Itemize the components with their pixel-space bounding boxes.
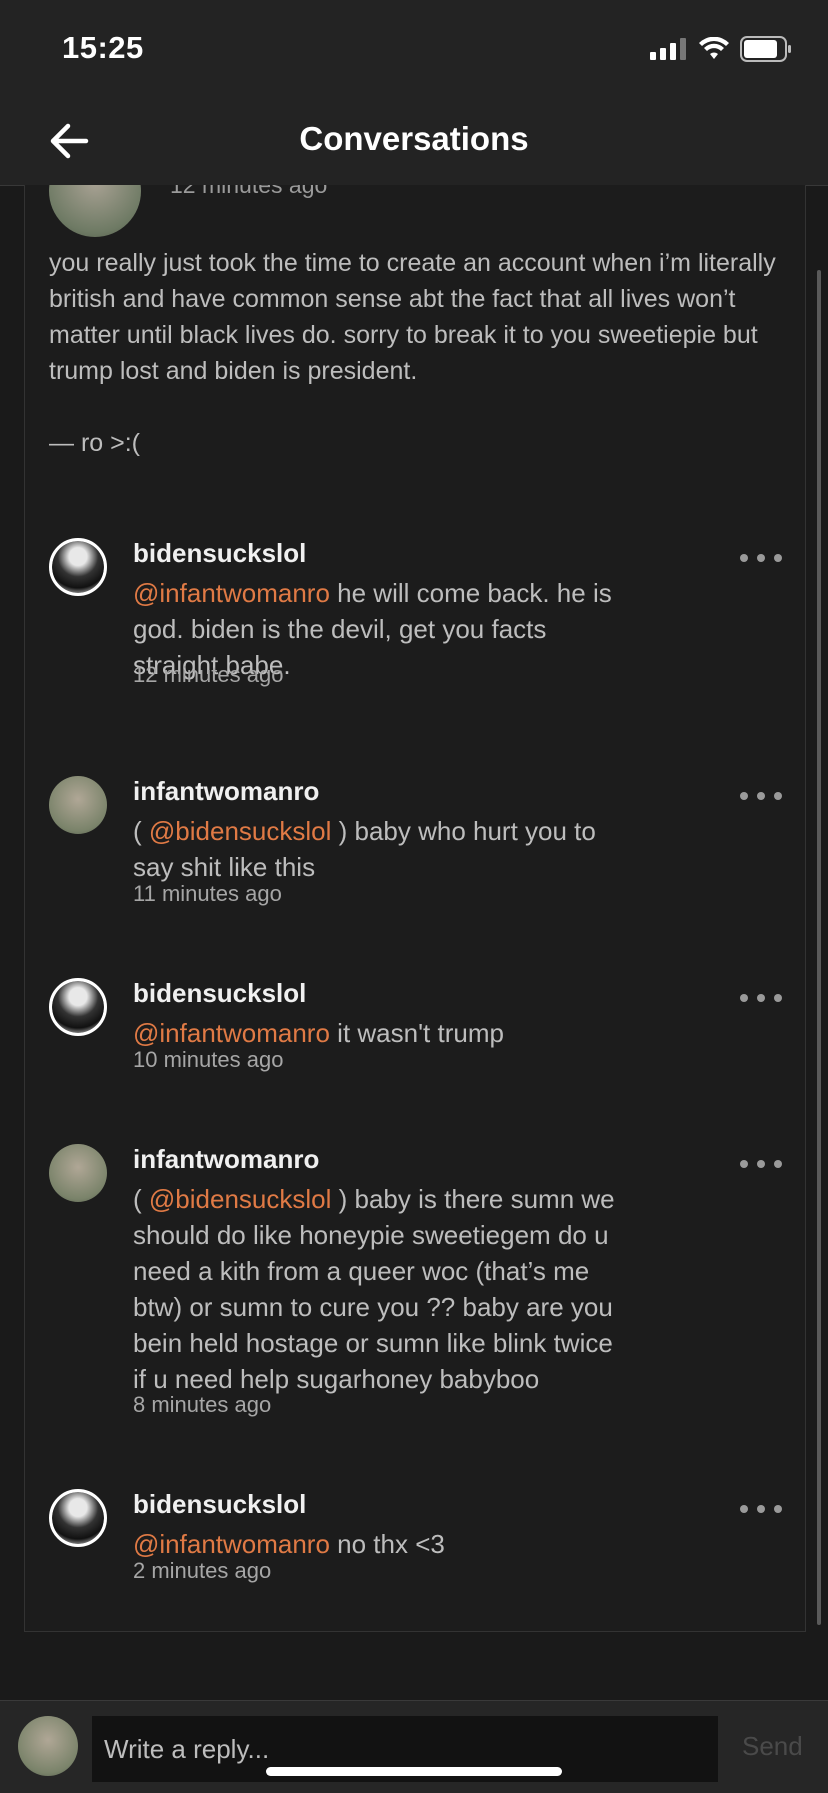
comment-text: @infantwomanro it wasn't trump [133,1018,504,1048]
comment-timestamp: 11 minutes ago [133,881,282,906]
comment-username[interactable]: infantwomanro [133,776,319,807]
avatar[interactable] [49,776,107,834]
more-options-icon[interactable] [740,790,782,802]
status-icons [650,36,792,62]
status-time: 15:25 [62,30,144,65]
mention-link[interactable]: @bidensuckslol [149,816,331,846]
more-options-icon[interactable] [740,992,782,1004]
more-options-icon[interactable] [740,552,782,564]
mention-link[interactable]: @bidensuckslol [149,1184,331,1214]
send-button[interactable]: Send [742,1731,803,1762]
home-indicator[interactable] [266,1767,562,1776]
comment-timestamp: 10 minutes ago [133,1047,284,1072]
page-title: Conversations [299,120,529,157]
more-options-icon[interactable] [740,1158,782,1170]
wifi-icon [699,37,729,59]
conversation-thread: 12 minutes ago you really just took the … [24,185,806,1632]
comment-timestamp: 8 minutes ago [133,1392,272,1417]
mention-link[interactable]: @infantwomanro [133,1018,330,1048]
comment-username[interactable]: bidensuckslol [133,978,306,1009]
avatar[interactable] [49,1489,107,1547]
comment-username[interactable]: infantwomanro [133,1144,319,1175]
status-bar: 15:25 [0,0,828,95]
battery-icon [740,36,791,62]
scrollbar[interactable] [817,270,821,1625]
comment-text: @infantwomanro no thx <3 [133,1529,445,1559]
navigation-bar: Conversations [0,95,828,186]
post-timestamp: 12 minutes ago [170,185,328,198]
more-options-icon[interactable] [740,1503,782,1515]
comment-username[interactable]: bidensuckslol [133,1489,306,1520]
avatar[interactable] [49,978,107,1036]
comment-username[interactable]: bidensuckslol [133,538,306,569]
post-signature: — ro >:( [49,429,140,457]
comment-text: ( @bidensuckslol ) baby is there sumn we… [133,1184,615,1394]
avatar[interactable] [49,538,107,596]
comment-timestamp: 12 minutes ago [133,662,284,687]
reply-bar: Send [0,1700,828,1793]
comment-timestamp: 2 minutes ago [133,1558,272,1583]
comment-text: ( @bidensuckslol ) baby who hurt you to … [133,816,596,882]
mention-link[interactable]: @infantwomanro [133,578,330,608]
signal-icon [650,38,686,60]
avatar [18,1716,78,1776]
post-body: you really just took the time to create … [49,249,776,385]
avatar[interactable] [49,1144,107,1202]
avatar[interactable] [49,185,141,237]
mention-link[interactable]: @infantwomanro [133,1529,330,1559]
